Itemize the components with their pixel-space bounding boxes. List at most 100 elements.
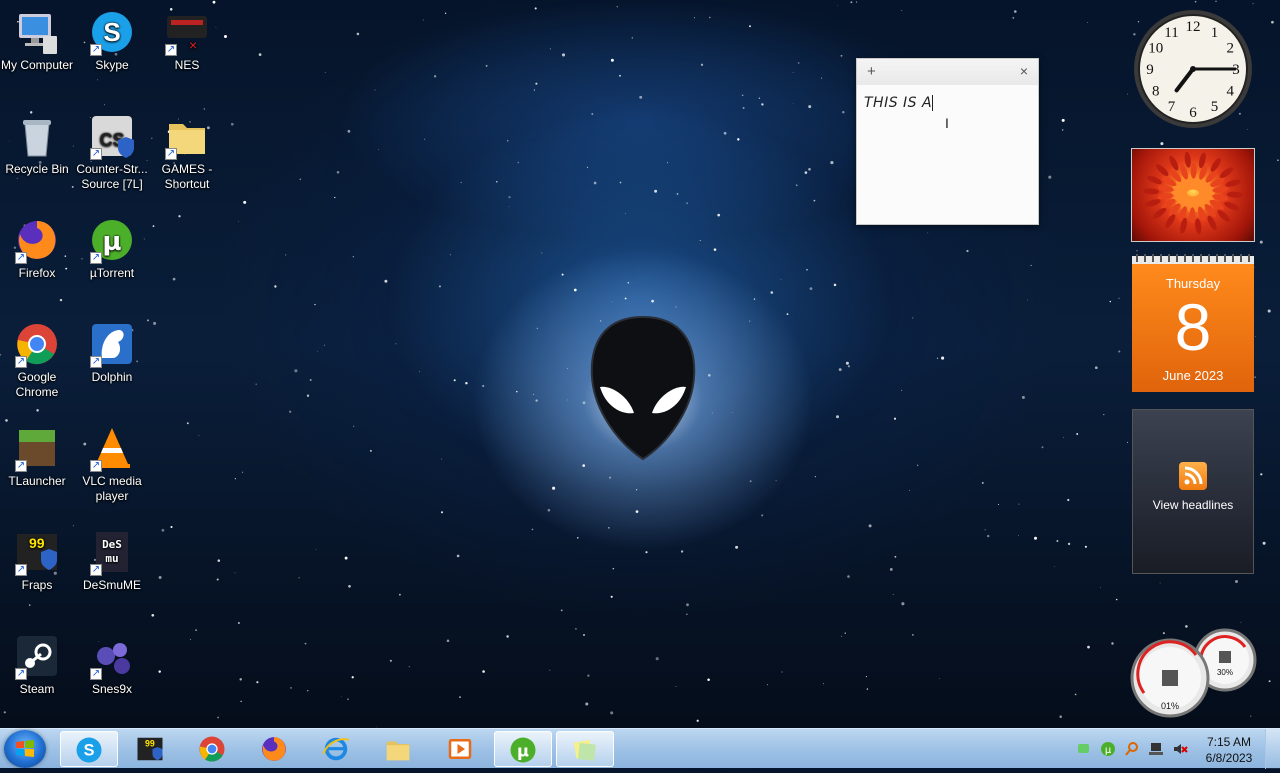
star: [616, 6, 618, 8]
folder-icon: ↗: [163, 112, 211, 160]
tlauncher-icon: ↗: [13, 424, 61, 472]
calendar-gadget[interactable]: Thursday 8 June 2023: [1132, 254, 1254, 392]
shortcut-arrow-icon: ↗: [90, 356, 102, 368]
desktop-icon-vlc[interactable]: ↗ VLC media player: [75, 424, 149, 504]
shortcut-arrow-icon: ↗: [15, 668, 27, 680]
star: [981, 481, 984, 484]
desktop-icon-label: Skype: [95, 58, 129, 72]
desktop-icon-dolphin[interactable]: ↗ Dolphin: [75, 320, 149, 385]
desktop-icon-nes[interactable]: × ↗ NES: [150, 8, 224, 73]
desktop-icon-desmume[interactable]: DeS mu ↗ DeSmuME: [75, 528, 149, 593]
star: [927, 232, 929, 234]
star: [1021, 395, 1025, 399]
taskbar-button-skype[interactable]: S: [60, 731, 118, 767]
star: [384, 279, 388, 283]
desktop-icon-folder[interactable]: ↗ GAMES - Shortcut: [150, 112, 224, 192]
star: [189, 639, 191, 641]
fraps-icon: 99 ↗: [13, 528, 61, 576]
desktop-icon-recycle-bin[interactable]: Recycle Bin: [0, 112, 74, 177]
taskbar-button-internet-explorer[interactable]: [308, 731, 366, 767]
desktop-icon-utorrent[interactable]: µ ↗ µTorrent: [75, 216, 149, 281]
taskbar-button-chrome[interactable]: [184, 731, 242, 767]
star: [217, 559, 221, 562]
star: [238, 220, 239, 222]
desktop-icon-fraps[interactable]: 99 ↗ Fraps: [0, 528, 74, 593]
tray-search-icon[interactable]: [1124, 741, 1140, 757]
sticky-note-titlebar[interactable]: + ×: [857, 59, 1038, 85]
desktop-icon-computer[interactable]: My Computer: [0, 8, 74, 73]
taskbar-button-utorrent[interactable]: µ: [494, 731, 552, 767]
close-note-button[interactable]: ×: [1020, 63, 1028, 79]
shortcut-arrow-icon: ↗: [90, 44, 102, 56]
star: [717, 213, 721, 217]
desktop-icon-snes9x[interactable]: ↗ Snes9x: [75, 632, 149, 697]
star: [1067, 542, 1071, 546]
feed-headlines-gadget[interactable]: View headlines: [1132, 409, 1254, 574]
cpu-meter-gadget[interactable]: 01% 30%: [1130, 625, 1260, 720]
star: [459, 696, 461, 698]
flower-image-icon: [1143, 151, 1243, 235]
star: [440, 511, 444, 514]
star: [1087, 645, 1090, 649]
star: [639, 95, 643, 99]
clock-gadget[interactable]: 123456789101112: [1132, 8, 1254, 130]
star: [1127, 93, 1128, 95]
star: [675, 686, 677, 688]
desktop-icon-firefox[interactable]: ↗ Firefox: [0, 216, 74, 281]
desktop-icon-label: Firefox: [18, 266, 56, 280]
star: [1118, 297, 1120, 299]
star: [838, 368, 842, 372]
desktop-icon-label: TLauncher: [8, 474, 66, 488]
taskbar-button-fraps[interactable]: 99: [122, 731, 180, 767]
clock-numeral: 9: [1146, 62, 1154, 78]
star: [837, 5, 839, 6]
star: [369, 449, 372, 452]
star: [901, 602, 905, 606]
tray-display-icon[interactable]: [1148, 741, 1164, 757]
star: [309, 378, 312, 382]
start-button[interactable]: [4, 730, 46, 768]
system-clock[interactable]: 7:15 AM 6/8/2023: [1194, 734, 1264, 766]
taskbar-button-explorer[interactable]: [370, 731, 428, 767]
clock-numeral: 1: [1211, 25, 1219, 41]
star: [655, 657, 659, 661]
shortcut-arrow-icon: ↗: [15, 460, 27, 472]
star: [324, 344, 325, 346]
clock-numeral: 5: [1211, 99, 1219, 115]
desktop-icon-label: VLC media player: [82, 474, 142, 503]
add-note-button[interactable]: +: [867, 63, 876, 80]
taskbar-button-firefox[interactable]: [246, 731, 304, 767]
petal: [1184, 151, 1191, 168]
tray-volume-muted-icon[interactable]: [1172, 741, 1188, 757]
star: [341, 695, 342, 697]
shortcut-arrow-icon: ↗: [15, 564, 27, 576]
desktop-icon-skype[interactable]: S ↗ Skype: [75, 8, 149, 73]
star: [1087, 22, 1088, 24]
star: [809, 287, 813, 290]
star: [680, 550, 684, 553]
show-desktop-button[interactable]: [1265, 729, 1280, 769]
star: [336, 171, 340, 174]
view-headlines-link[interactable]: View headlines: [1133, 498, 1253, 512]
desktop-icon-tlauncher[interactable]: ↗ TLauncher: [0, 424, 74, 489]
star: [938, 677, 940, 679]
petal: [1152, 207, 1167, 219]
taskbar-button-sticky-notes[interactable]: [556, 731, 614, 767]
star: [444, 12, 447, 14]
desktop-icon-steam[interactable]: ↗ Steam: [0, 632, 74, 697]
sticky-note-text[interactable]: THIS IS A: [864, 95, 934, 111]
tray-network-icon[interactable]: [1076, 741, 1092, 757]
tray-utorrent-icon[interactable]: µ: [1100, 741, 1116, 757]
taskbar-button-media-player[interactable]: [432, 731, 490, 767]
desktop-icon-label: Snes9x: [91, 682, 133, 696]
petal: [1169, 155, 1179, 171]
slideshow-gadget[interactable]: [1131, 148, 1255, 242]
star: [836, 415, 839, 419]
star: [1240, 621, 1242, 623]
firefox-icon: [262, 737, 286, 761]
desktop-icon-chrome[interactable]: ↗ Google Chrome: [0, 320, 74, 400]
desktop-icon-counter-strike[interactable]: CS ↗ Counter-Str... Source [7L]: [75, 112, 149, 192]
clock-numeral: 11: [1164, 25, 1178, 41]
star: [631, 37, 633, 39]
sticky-note[interactable]: + × THIS IS A I: [856, 58, 1039, 225]
